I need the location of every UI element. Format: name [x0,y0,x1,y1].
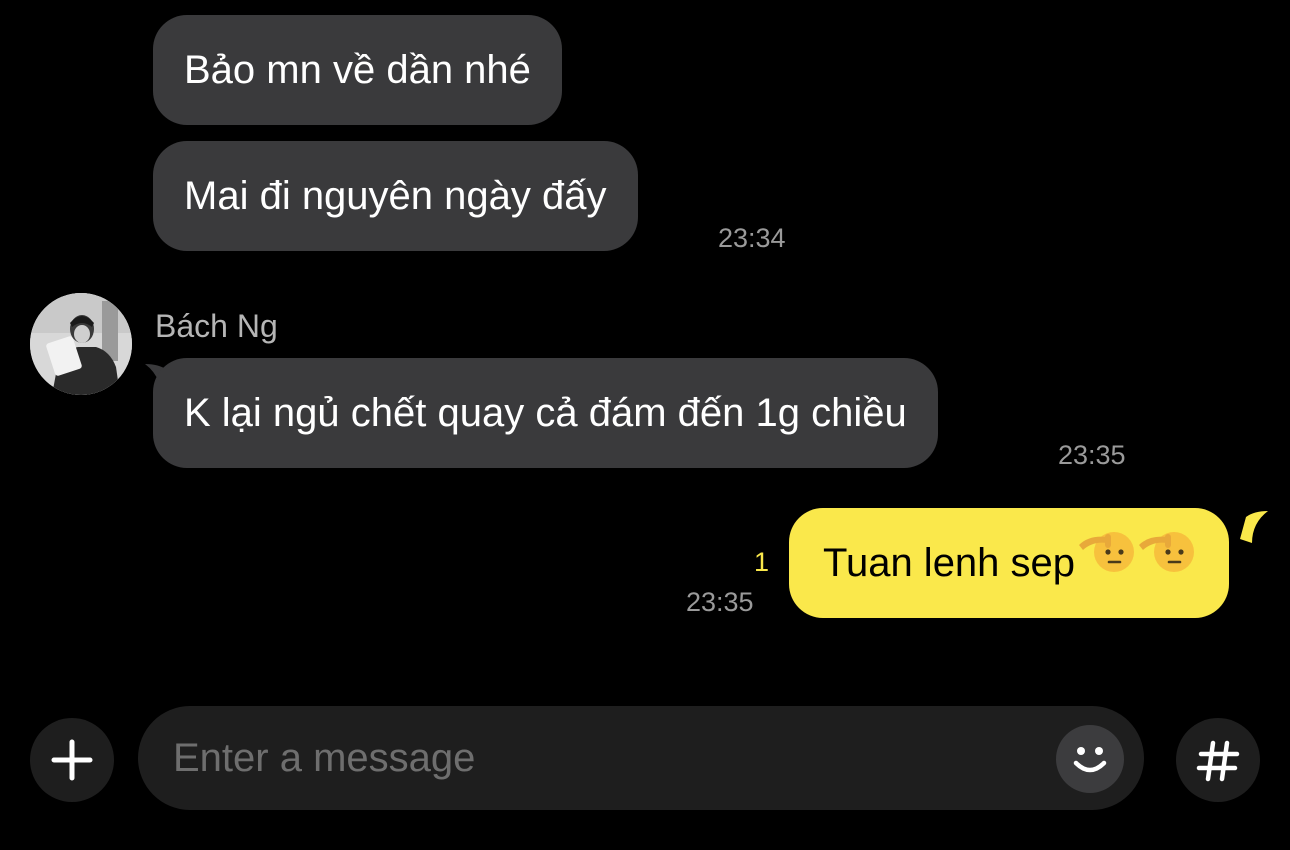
hashtag-button[interactable] [1176,718,1260,802]
message-text: Tuan lenh sep [823,541,1076,585]
smiley-icon [1073,747,1107,773]
sender-name: Bách Ng [155,308,278,344]
message-text: Mai đi nguyên ngày đấy [184,174,607,218]
message-input[interactable]: Enter a message [138,706,1144,810]
message-bubble-incoming[interactable]: K lại ngủ chết quay cả đám đến 1g chiều [153,358,938,468]
emoji-button[interactable] [1056,725,1124,793]
message-timestamp: 23:34 [718,223,786,253]
add-attachment-button[interactable] [30,718,114,802]
message-input-placeholder: Enter a message [173,736,476,780]
plus-icon [51,739,93,781]
hashtag-icon [1196,740,1240,782]
message-bubble-incoming[interactable]: Mai đi nguyên ngày đấy [153,141,638,251]
avatar[interactable] [30,293,132,395]
message-bubble-incoming[interactable]: Bảo mn về dần nhé [153,15,562,125]
saluting-face-icon [1077,507,1135,617]
message-timestamp: 23:35 [1058,440,1126,470]
avatar-photo [30,293,132,395]
message-bubble-outgoing[interactable]: Tuan lenh sep [789,507,1230,618]
message-timestamp: 23:35 [686,587,754,617]
bubble-tail [1240,511,1268,543]
unread-count: 1 [754,547,770,577]
saluting-face-icon [1137,507,1195,617]
message-text: K lại ngủ chết quay cả đám đến 1g chiều [184,391,907,435]
message-text: Bảo mn về dần nhé [184,48,531,92]
